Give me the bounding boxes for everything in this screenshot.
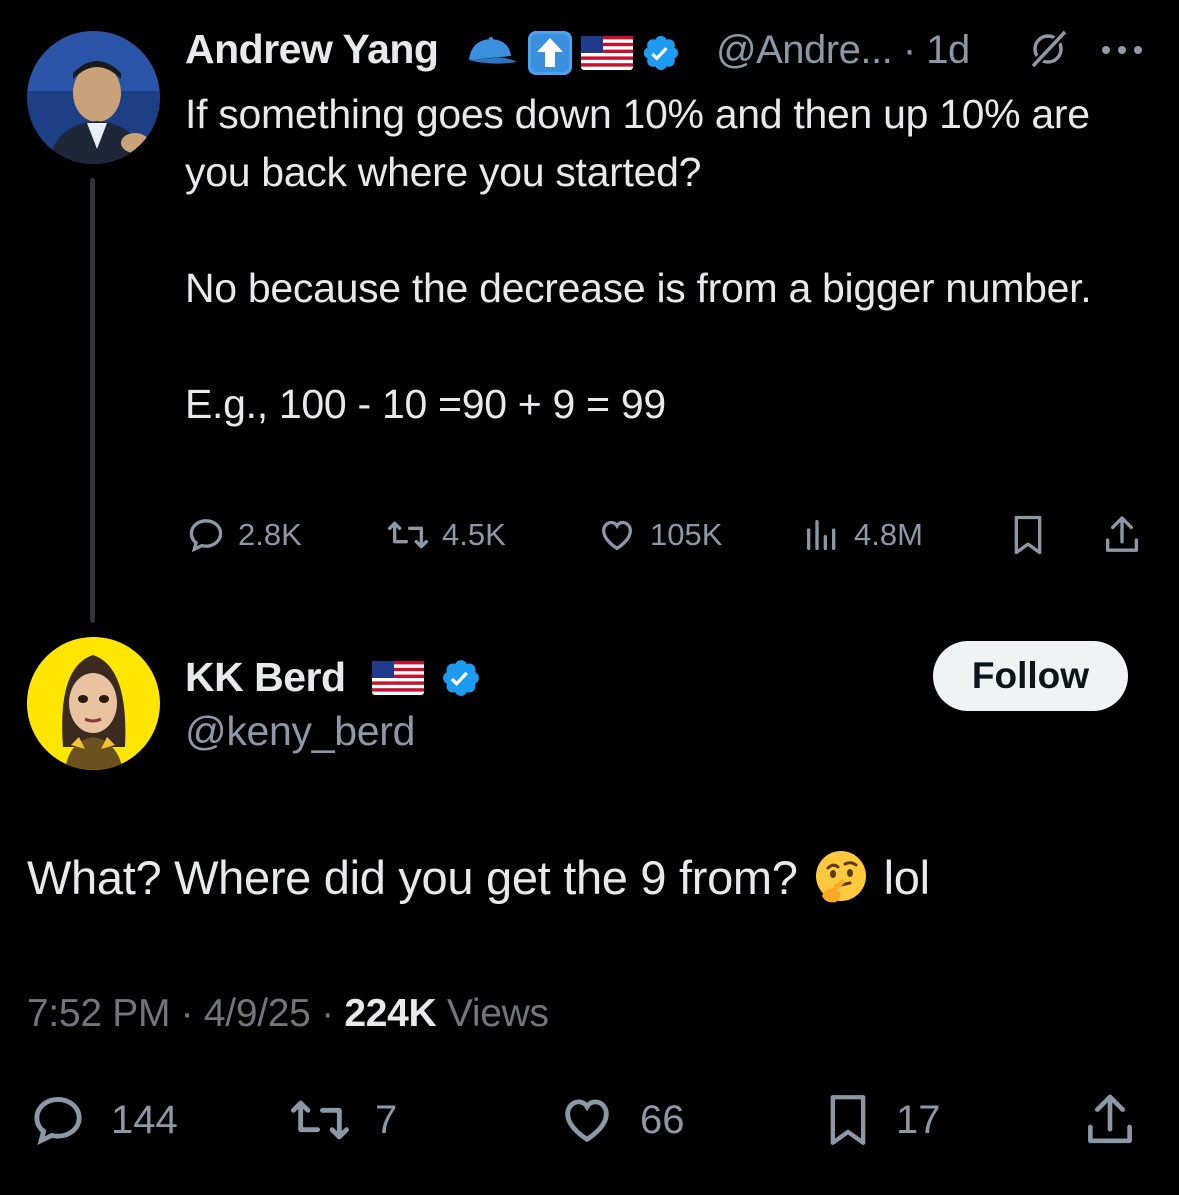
like-count: 105K [650,517,723,552]
parent-display-name[interactable]: Andrew Yang [185,26,439,73]
views-label: Views [446,992,549,1035]
tweet-paragraph: No because the decrease is from a bigger… [185,265,1092,311]
reply-text: What? Where did you get the 9 from? [27,850,798,904]
heart-icon [565,1099,609,1143]
heart-icon [601,520,633,551]
repost-button[interactable]: 4.5K [386,512,506,558]
us-flag-emoji [581,36,633,70]
reply-button[interactable]: 144 [27,1090,178,1150]
us-flag-emoji [372,661,424,695]
reply-handle[interactable]: @keny_berd [185,708,415,755]
reply-icon [34,1097,82,1145]
thinking-face-emoji [812,848,870,906]
reply-icon [189,519,223,553]
reply-count: 144 [111,1097,178,1142]
follow-button[interactable]: Follow [933,641,1128,711]
share-button[interactable] [1082,1090,1138,1150]
bookmark-icon [1014,515,1042,555]
views-total: 224K [344,992,437,1035]
verified-badge-icon[interactable] [440,657,482,699]
repost-count: 7 [375,1097,398,1142]
like-button[interactable]: 105K [596,512,722,558]
repost-button[interactable]: 7 [287,1090,397,1150]
reply-button[interactable]: 2.8K [186,512,302,558]
cap-emoji [465,36,519,70]
grok-icon[interactable] [1025,26,1071,72]
bookmark-count: 17 [896,1097,941,1142]
bookmark-icon [830,1095,866,1145]
reply-tweet-text: What? Where did you get the 9 from? lol [27,848,930,906]
more-icon[interactable] [1100,44,1144,56]
reply-timestamp[interactable]: 7:52 PM · 4/9/25 · [27,992,334,1035]
up-arrow-emoji [527,30,573,76]
bookmark-button[interactable] [1008,512,1048,558]
avatar-kk-berd[interactable] [27,637,160,770]
bookmark-button[interactable]: 17 [822,1090,941,1150]
avatar-andrew-yang[interactable] [27,31,160,164]
views-button[interactable]: 4.8M [802,512,923,558]
views-count: 4.8M [854,517,923,552]
reply-action-bar: 144 7 66 17 [27,1090,1147,1150]
parent-action-bar: 2.8K 4.5K 105K 4.8M [186,512,1146,558]
tweet-paragraph: E.g., 100 - 10 =90 + 9 = 99 [185,381,666,427]
parent-handle[interactable]: @Andre... [716,28,893,72]
reply-count: 2.8K [238,517,302,552]
repost-icon [290,1100,349,1140]
tweet-paragraph: If something goes down 10% and then up 1… [185,91,1090,195]
parent-tweet-text: If something goes down 10% and then up 1… [185,85,1145,433]
reply-display-name[interactable]: KK Berd [185,654,346,701]
parent-time[interactable]: · 1d [903,28,970,72]
like-button[interactable]: 66 [556,1090,685,1150]
share-icon [1105,516,1139,552]
views-icon [807,520,836,550]
verified-badge-icon[interactable] [641,33,681,73]
thread-line [90,178,95,623]
repost-icon [387,521,428,549]
parent-handle-and-time: @Andre... · 1d [716,28,970,73]
reply-meta: 7:52 PM · 4/9/25 · 224K Views [27,992,549,1036]
share-button[interactable] [1101,512,1143,558]
parent-name-emojis [465,30,681,76]
like-count: 66 [640,1097,685,1142]
reply-text-suffix: lol [883,850,930,904]
share-icon [1088,1094,1132,1144]
repost-count: 4.5K [442,517,506,552]
